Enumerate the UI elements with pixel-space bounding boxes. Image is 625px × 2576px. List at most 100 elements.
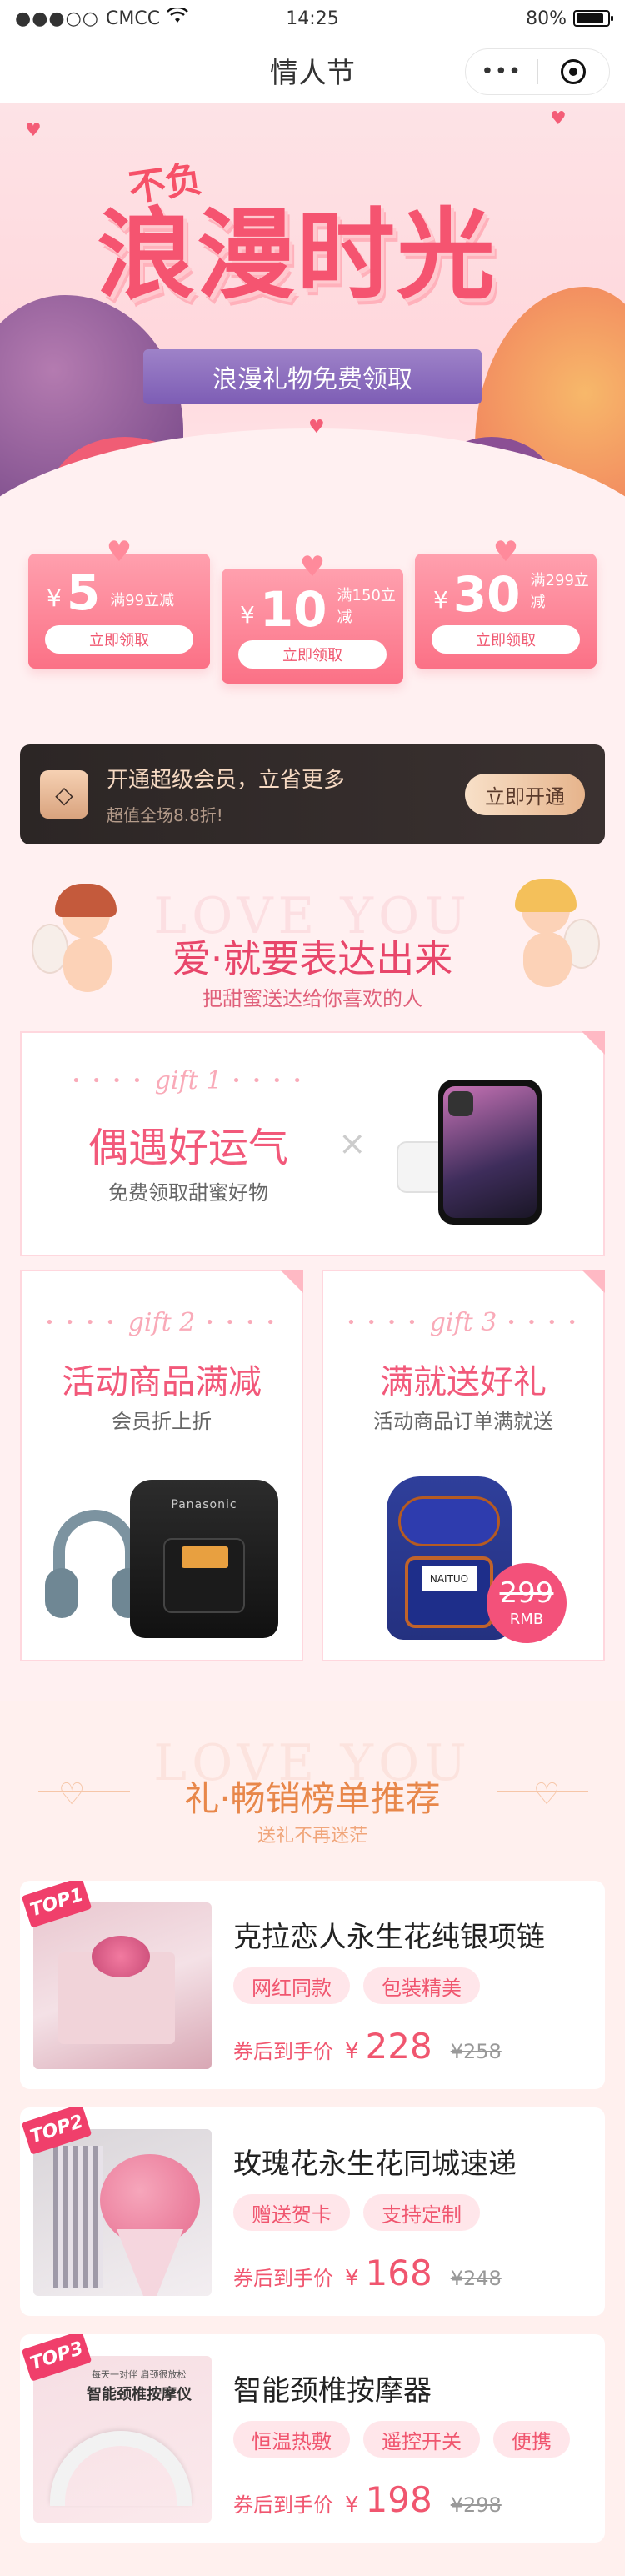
close-button[interactable] bbox=[538, 49, 610, 94]
product-tags: 赠送贺卡 支持定制 bbox=[233, 2194, 480, 2231]
open-vip-button[interactable]: 立即开通 bbox=[465, 774, 585, 815]
product-tags: 网红同款 包装精美 bbox=[233, 1967, 480, 2004]
status-bar: ●●●○○ CMCC 14:25 80% bbox=[0, 0, 625, 37]
price-row: 券后到手价 ¥ 228 ¥258 bbox=[233, 2026, 502, 2067]
gift2-card[interactable]: • • • • gift 2 • • • • 活动商品满减 会员折上折 Pana… bbox=[20, 1270, 303, 1661]
gift2-title: 活动商品满减 bbox=[62, 1363, 262, 1401]
heart-icon: ♥ bbox=[308, 417, 325, 438]
love-section-header: LOVE YOU 爱·就要表达出来 把甜蜜送达给你喜欢的人 bbox=[0, 867, 625, 1034]
mini-program-capsule: ••• bbox=[465, 48, 610, 95]
badge-unit: RMB bbox=[509, 1610, 544, 1628]
gift1-title: 偶遇好运气 bbox=[88, 1125, 288, 1171]
backpack-flap bbox=[398, 1496, 500, 1546]
more-button[interactable]: ••• bbox=[466, 49, 538, 94]
product-tag: 赠送贺卡 bbox=[233, 2194, 350, 2231]
thumb-caption-small: 每天一对伴 肩颈很放松 bbox=[92, 2369, 187, 2380]
cooker-panel bbox=[163, 1538, 245, 1613]
price-label: 券后到手价 bbox=[233, 2267, 333, 2290]
battery-icon bbox=[573, 10, 613, 27]
coupon-row: ♥ ¥ 5 满99立减 立即领取 ♥ ¥ 10 满150立减 立即领取 ♥ ¥ … bbox=[0, 535, 625, 684]
price-badge: 299 RMB bbox=[487, 1563, 567, 1643]
coupon-value: 10 bbox=[259, 581, 328, 638]
times-icon: × bbox=[338, 1125, 367, 1163]
gift3-card[interactable]: • • • • gift 3 • • • • 满就送好礼 活动商品订单满就送 N… bbox=[322, 1270, 605, 1661]
cooker-display bbox=[182, 1546, 228, 1568]
backpack-tag: NAITUO bbox=[422, 1566, 477, 1591]
price-row: 券后到手价 ¥ 168 ¥248 bbox=[233, 2253, 502, 2293]
cupid-hair bbox=[515, 879, 577, 912]
coupon-amount: ¥ 30 满299立减 bbox=[433, 569, 597, 619]
headphones-cup bbox=[45, 1568, 78, 1618]
product-tag: 恒温热敷 bbox=[233, 2421, 350, 2458]
ranking-title: 礼·畅销榜单推荐 bbox=[184, 1778, 441, 1819]
dots-decoration: • • • • bbox=[72, 1072, 145, 1090]
love-title: 爱·就要表达出来 bbox=[172, 936, 453, 981]
vip-banner[interactable]: ◇ 开通超级会员，立省更多 超值全场8.8折! 立即开通 bbox=[20, 744, 605, 844]
coupon-condition: 满99立减 bbox=[110, 592, 175, 609]
wifi-icon bbox=[167, 6, 188, 29]
ranking-header: LOVE YOU ♡ ♡ 礼·畅销榜单推荐 送礼不再迷茫 bbox=[0, 1734, 625, 1867]
badge-price: 299 bbox=[499, 1576, 554, 1610]
pressure-cooker-image: Panasonic bbox=[130, 1480, 278, 1638]
claim-coupon-button[interactable]: 立即领取 bbox=[238, 640, 387, 669]
price-label: 券后到手价 bbox=[233, 2040, 333, 2063]
thumb-caption: 智能颈椎按摩仪 bbox=[87, 2386, 192, 2403]
coupon-card[interactable]: ♥ ¥ 30 满299立减 立即领取 bbox=[415, 535, 597, 669]
signal-icon: ●●●○○ bbox=[15, 8, 99, 29]
heart-icon: ♥ bbox=[492, 535, 519, 569]
original-price: ¥258 bbox=[450, 2040, 502, 2063]
gift1-card[interactable]: • • • • gift 1 • • • • 偶遇好运气 免费领取甜蜜好物 × bbox=[20, 1031, 605, 1256]
bouquet-wrap bbox=[117, 2229, 183, 2296]
hero-ribbon: 浪漫礼物免费领取 bbox=[143, 349, 482, 404]
coupon-card[interactable]: ♥ ¥ 10 满150立减 立即领取 bbox=[222, 550, 403, 684]
hero-title: 浪漫时光 bbox=[97, 197, 498, 313]
product-price: 228 bbox=[365, 2026, 432, 2067]
striped-box-image bbox=[53, 2146, 103, 2288]
gift1-desc: 免费领取甜蜜好物 bbox=[108, 1181, 268, 1205]
diamond-icon: ◇ bbox=[40, 770, 88, 819]
claim-coupon-button[interactable]: 立即领取 bbox=[432, 625, 580, 654]
gift2-label-text: gift 2 bbox=[128, 1308, 196, 1337]
hero-banner: ♥ ♥ ♥ 不负 浪漫时光 浪漫礼物免费领取 bbox=[0, 103, 625, 520]
coupon-currency: ¥ bbox=[433, 586, 448, 614]
carrier: CMCC bbox=[105, 8, 161, 29]
product-tag: 包装精美 bbox=[363, 1967, 480, 2004]
ranking-subtitle: 送礼不再迷茫 bbox=[257, 1826, 368, 1847]
coupon-currency: ¥ bbox=[47, 584, 62, 612]
product-tag: 支持定制 bbox=[363, 2194, 480, 2231]
coupon-amount: ¥ 5 满99立减 bbox=[47, 569, 174, 617]
vip-subtitle: 超值全场8.8折! bbox=[107, 805, 223, 825]
phone-camera bbox=[448, 1091, 473, 1116]
gift3-label-text: gift 3 bbox=[429, 1308, 498, 1337]
gift1-label-text: gift 1 bbox=[154, 1066, 222, 1095]
dots-decoration: • • • • bbox=[205, 1314, 278, 1331]
coupon-currency: ¥ bbox=[240, 601, 255, 629]
coupon-condition: 满150立减 bbox=[337, 587, 396, 626]
claim-coupon-button[interactable]: 立即领取 bbox=[45, 625, 193, 654]
product-tag: 便携 bbox=[493, 2421, 570, 2458]
ranking-item[interactable]: TOP2 玫瑰花永生花同城速递 赠送贺卡 支持定制 券后到手价 ¥ 168 ¥2… bbox=[20, 2107, 605, 2316]
gift2-label: • • • • gift 2 • • • • bbox=[22, 1308, 302, 1337]
heart-icon: ♥ bbox=[25, 120, 42, 141]
nav-bar: 情人节 ••• bbox=[0, 37, 625, 103]
product-name: 智能颈椎按摩器 bbox=[233, 2374, 432, 2408]
ranking-item[interactable]: TOP3 每天一对伴 肩颈很放松 智能颈椎按摩仪 智能颈椎按摩器 恒温热敷 遥控… bbox=[20, 2334, 605, 2543]
price-currency: ¥ bbox=[345, 2493, 359, 2518]
original-price: ¥298 bbox=[450, 2493, 502, 2517]
heart-icon: ♥ bbox=[299, 550, 326, 584]
price-currency: ¥ bbox=[345, 2039, 359, 2064]
coupon-condition: 满299立减 bbox=[530, 572, 589, 611]
gift3-label: • • • • gift 3 • • • • bbox=[323, 1308, 603, 1337]
product-name: 克拉恋人永生花纯银项链 bbox=[233, 1921, 545, 1954]
ranking-item[interactable]: TOP1 克拉恋人永生花纯银项链 网红同款 包装精美 券后到手价 ¥ 228 ¥… bbox=[20, 1881, 605, 2089]
product-tags: 恒温热敷 遥控开关 便携 bbox=[233, 2421, 570, 2458]
gift2-label-wrap: • • • • gift 2 • • • • bbox=[22, 1308, 302, 1337]
coupon-value: 30 bbox=[452, 566, 521, 623]
gift3-desc: 活动商品订单满就送 bbox=[373, 1410, 553, 1433]
status-right: 80% bbox=[526, 8, 613, 29]
vip-title: 开通超级会员，立省更多 bbox=[107, 768, 346, 793]
more-dots-icon: ••• bbox=[481, 59, 522, 84]
product-thumbnail bbox=[33, 2129, 212, 2296]
coupon-card[interactable]: ♥ ¥ 5 满99立减 立即领取 bbox=[28, 535, 210, 669]
battery-percent: 80% bbox=[526, 8, 567, 29]
